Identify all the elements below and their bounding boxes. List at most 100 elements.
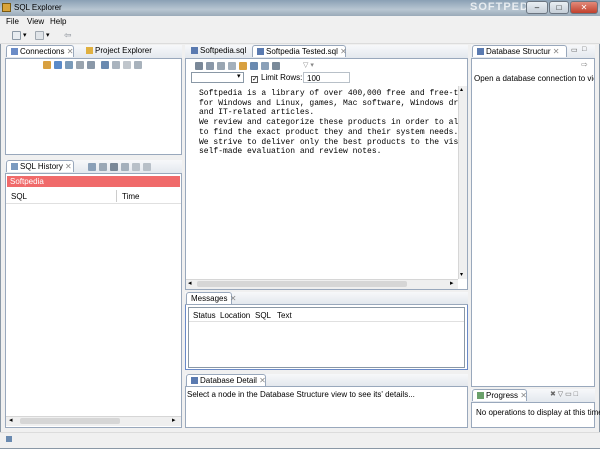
sql-line: We review and categorize these products … [199,118,458,128]
maximize-view-icon[interactable]: □ [582,46,586,53]
minimize-button[interactable]: – [526,1,548,14]
maximize-view-icon[interactable] [143,163,151,171]
column-header-time[interactable]: Time [122,192,139,201]
copy-icon[interactable] [88,163,96,171]
explain-icon[interactable] [217,62,225,70]
edit-icon[interactable] [65,61,73,69]
scroll-left-icon[interactable]: ◂ [188,279,192,287]
tab-connections[interactable]: Connections ✕ [6,45,74,57]
new-icon[interactable] [12,31,21,40]
scroll-down-icon[interactable]: ▾ [460,271,463,278]
menu-help[interactable]: Help [50,17,66,26]
editor-toolbar [195,62,283,72]
tab-label: Connections [20,47,65,56]
remove-icon[interactable] [121,163,129,171]
tab-messages[interactable]: Messages ✕ [186,292,236,304]
header-divider [6,203,181,204]
tab-label: SQL History [20,162,63,171]
limit-rows-input[interactable]: 100 [303,72,350,83]
minimize-view-icon[interactable]: ▭ [571,46,578,54]
execute-icon[interactable] [195,62,203,70]
header-divider [189,321,464,322]
connections-toolbar [43,61,145,71]
tab-softpedia-sql[interactable]: Softpedia.sql [187,45,250,57]
sql-history-panel [5,160,182,428]
maximize-button[interactable]: □ [549,1,569,14]
export-icon[interactable] [228,62,236,70]
column-header-sql[interactable]: SQL [255,311,271,320]
menu-view[interactable]: View [27,17,44,26]
tab-sql-history[interactable]: SQL History ✕ [6,160,74,172]
limit-rows-checkbox[interactable]: ✓ [251,73,258,83]
sql-line: Softpedia is a library of over 400,000 f… [199,89,458,98]
clear-icon[interactable] [110,163,118,171]
dropdown-arrow-icon[interactable]: ▾ [46,31,50,39]
sql-file-icon [191,47,198,54]
database-icon [191,377,198,384]
save-file-icon[interactable] [250,62,258,70]
tab-project-explorer[interactable]: Project Explorer [82,45,156,57]
database-icon [477,48,484,55]
execute-current-icon[interactable] [206,62,214,70]
tab-softpedia-tested-sql[interactable]: Softpedia Tested.sql ✕ [252,45,347,57]
column-header-sql[interactable]: SQL [11,192,27,201]
close-button[interactable]: ✕ [570,1,598,14]
collapse-icon[interactable] [123,61,131,69]
link-editor-icon[interactable]: ⇨ [581,60,588,69]
column-header-text[interactable]: Text [277,311,292,320]
folder-icon [86,47,93,54]
clear-editor-icon[interactable] [261,62,269,70]
menu-file[interactable]: File [6,17,19,26]
history-icon [11,163,18,170]
connections-icon [11,48,18,55]
menu-bar [0,16,600,28]
column-header-status[interactable]: Status [193,311,216,320]
scrollbar-thumb[interactable] [197,281,407,287]
open-file-icon[interactable] [239,62,247,70]
limit-rows-label: Limit Rows: [261,73,303,82]
scroll-right-icon[interactable]: ▸ [450,279,454,287]
back-arrow-icon[interactable]: ⇦ [64,30,72,41]
link-icon[interactable] [134,61,142,69]
save-icon[interactable] [35,31,44,40]
sql-file-icon [257,48,264,55]
tab-database-detail[interactable]: Database Detail ✕ [186,374,266,386]
history-filter-input[interactable]: Softpedia [7,176,180,187]
chevron-down-icon[interactable]: ▾ [237,72,241,80]
app-icon [2,3,11,12]
sql-line: for Windows and Linux, games, Mac softwa… [199,98,458,108]
connect-icon[interactable] [54,61,62,69]
status-bar [0,432,600,448]
scroll-right-icon[interactable]: ▸ [172,416,176,424]
toolbar-dropdown-icon[interactable]: ▽ ▾ [303,61,314,69]
open-icon[interactable] [99,163,107,171]
progress-view-menu-icon[interactable]: ✖ ▽ ▭ □ [550,390,578,398]
scroll-up-icon[interactable]: ▴ [460,86,463,93]
refresh-icon[interactable] [101,61,109,69]
delete-icon[interactable] [87,61,95,69]
minimize-view-icon[interactable] [132,163,140,171]
progress-icon [477,392,484,399]
commit-icon[interactable] [272,62,280,70]
tab-label: Softpedia Tested.sql [266,47,338,56]
sql-editor-text[interactable]: Softpedia is a library of over 400,000 f… [186,86,458,278]
dropdown-arrow-icon[interactable]: ▾ [23,31,27,39]
tab-progress[interactable]: Progress ✕ [472,389,527,401]
column-divider [116,190,117,202]
scrollbar-thumb[interactable] [20,418,120,424]
window-title: SQL Explorer [14,3,62,12]
new-connection-icon[interactable] [43,61,51,69]
editor-vertical-scrollbar[interactable] [458,86,467,279]
tab-database-structure[interactable]: Database Structur ✕ [472,45,567,57]
tab-label: Progress [486,391,519,400]
tab-label: Database Detail [200,376,257,385]
close-all-icon[interactable] [112,61,120,69]
column-header-location[interactable]: Location [220,311,250,320]
database-structure-panel [471,45,595,387]
tab-label: Softpedia.sql [200,46,247,55]
scroll-left-icon[interactable]: ◂ [9,416,13,424]
fast-view-icon[interactable] [6,436,12,442]
history-toolbar [88,163,154,173]
sql-line: We strive to deliver only the best produ… [199,137,458,147]
disconnect-icon[interactable] [76,61,84,69]
